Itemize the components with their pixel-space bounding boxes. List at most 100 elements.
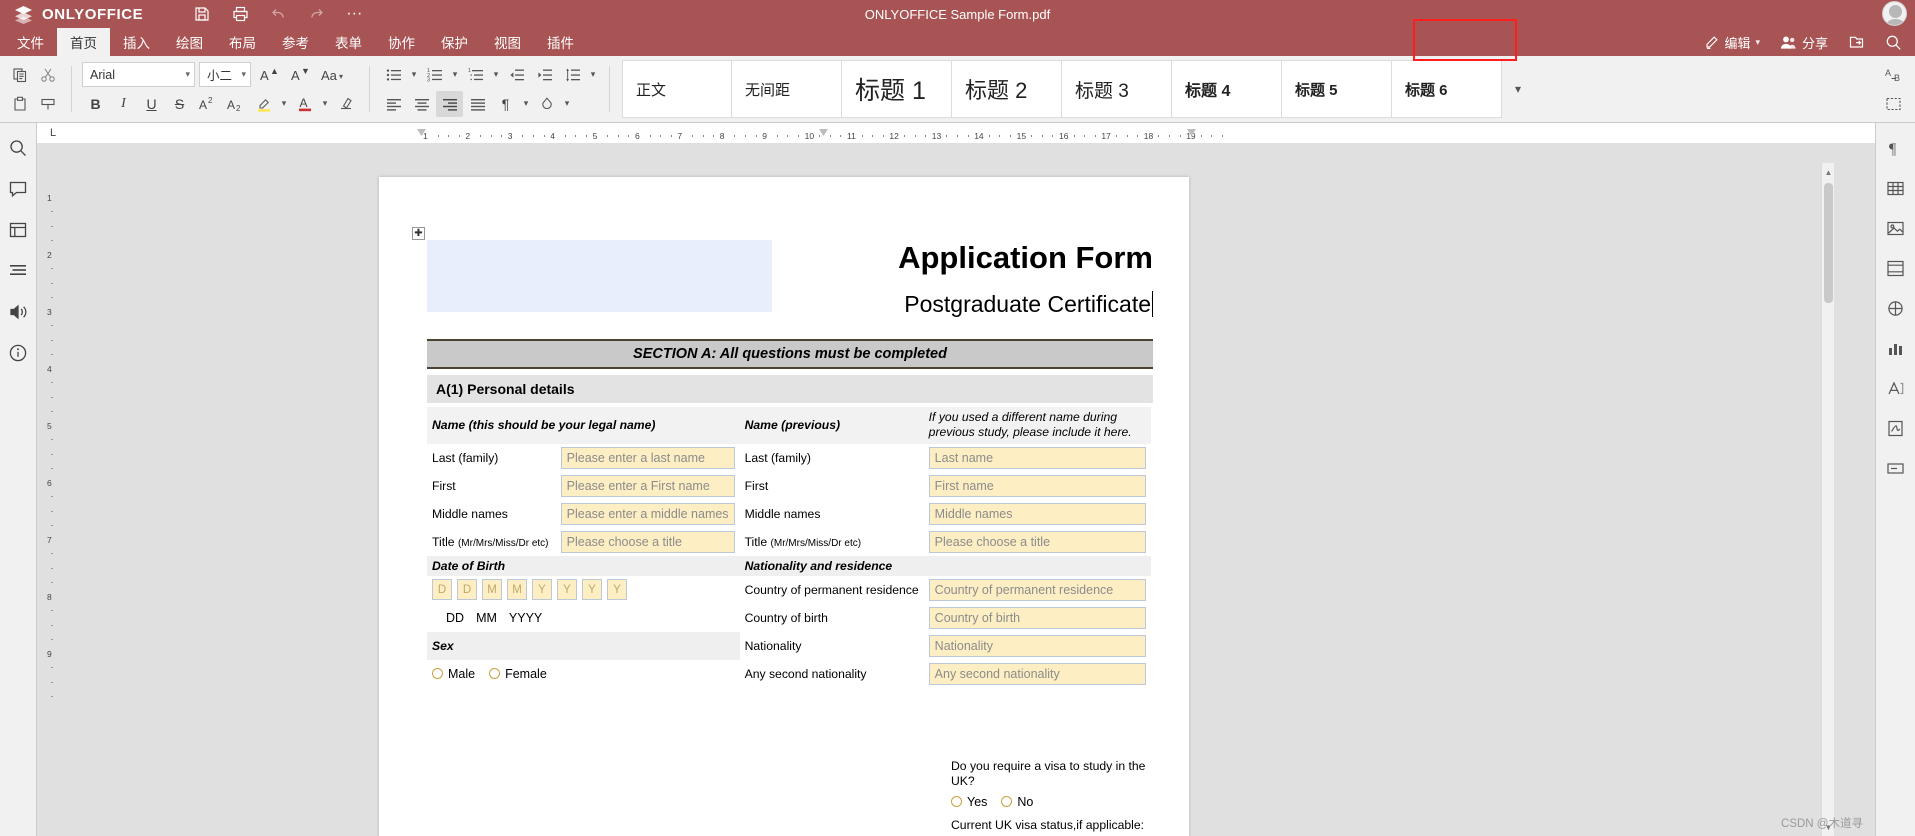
shading-color-icon[interactable]: [533, 91, 560, 117]
table-move-handle[interactable]: ✚: [412, 227, 425, 240]
dob-box[interactable]: Y: [557, 579, 577, 600]
visa-radio-group[interactable]: Yes No: [951, 795, 1153, 809]
dob-box[interactable]: D: [432, 579, 452, 600]
italic-button[interactable]: I: [110, 91, 137, 117]
ruler-margin-marker[interactable]: [819, 129, 828, 136]
first-name-field[interactable]: Please enter a First name: [560, 474, 735, 497]
font-color-icon[interactable]: A: [291, 91, 318, 117]
print-icon[interactable]: [225, 2, 255, 26]
tab-home[interactable]: 首页: [57, 28, 110, 56]
align-center-icon[interactable]: [408, 91, 435, 117]
tab-insert[interactable]: 插入: [110, 28, 163, 56]
copy-style-icon[interactable]: [34, 91, 61, 117]
scroll-up-icon[interactable]: ▲: [1822, 165, 1835, 179]
numbered-list-icon[interactable]: 123: [421, 62, 448, 88]
dob-boxes[interactable]: D D M M Y Y Y Y: [432, 579, 735, 600]
radio-icon[interactable]: [951, 796, 962, 807]
justify-icon[interactable]: [464, 91, 491, 117]
image-settings-icon[interactable]: [1883, 215, 1909, 241]
share-button[interactable]: 分享: [1771, 29, 1837, 55]
chevron-down-icon[interactable]: ▾: [449, 69, 461, 80]
change-case-icon[interactable]: Aa ▾: [317, 62, 351, 88]
bold-button[interactable]: B: [82, 91, 109, 117]
save-icon[interactable]: [187, 2, 217, 26]
tab-file[interactable]: 文件: [4, 28, 57, 56]
last-name-field[interactable]: Please enter a last name: [560, 446, 735, 469]
second-nationality-field[interactable]: Any second nationality: [928, 662, 1146, 685]
increase-indent-icon[interactable]: [531, 62, 558, 88]
style-no-spacing[interactable]: 无间距: [732, 60, 842, 118]
decrease-font-size-icon[interactable]: A ▼: [286, 62, 313, 88]
text-to-speech-icon[interactable]: [5, 299, 31, 325]
styles-expand-icon[interactable]: ▾: [1502, 60, 1534, 118]
middle-names-field[interactable]: Please enter a middle names: [560, 502, 735, 525]
subscript-button[interactable]: A2: [222, 91, 249, 117]
tab-layout[interactable]: 布局: [216, 28, 269, 56]
document-page[interactable]: ✚ Application Form Postgraduate Certific…: [379, 177, 1189, 836]
superscript-button[interactable]: A2: [194, 91, 221, 117]
style-heading-1[interactable]: 标题 1: [842, 60, 952, 118]
outline-panel-icon[interactable]: [5, 258, 31, 284]
select-all-icon[interactable]: [1880, 91, 1907, 117]
tab-protection[interactable]: 保护: [428, 28, 481, 56]
visa-option-yes[interactable]: Yes: [951, 795, 987, 809]
undo-icon[interactable]: [263, 2, 293, 26]
prev-first-name-field[interactable]: First name: [928, 474, 1146, 497]
copy-icon[interactable]: [6, 62, 33, 88]
page-scroll-area[interactable]: 1 2 3 4 5 6 7 8 9 ✚ Application Form Postgraduat…: [37, 143, 1875, 836]
tab-plugins[interactable]: 插件: [534, 28, 587, 56]
nationality-field[interactable]: Nationality: [928, 634, 1146, 657]
paragraph-settings-icon[interactable]: ¶: [1883, 135, 1909, 161]
style-heading-5[interactable]: 标题 5: [1282, 60, 1392, 118]
bullet-list-icon[interactable]: [380, 62, 407, 88]
chevron-down-icon[interactable]: ▾: [520, 98, 532, 109]
chevron-down-icon[interactable]: ▾: [561, 98, 573, 109]
scrollbar-thumb[interactable]: [1824, 183, 1833, 303]
tab-collaboration[interactable]: 协作: [375, 28, 428, 56]
dob-box[interactable]: Y: [532, 579, 552, 600]
birth-country-field[interactable]: Country of birth: [928, 606, 1146, 629]
style-heading-3[interactable]: 标题 3: [1062, 60, 1172, 118]
style-heading-4[interactable]: 标题 4: [1172, 60, 1282, 118]
style-normal[interactable]: 正文: [622, 60, 732, 118]
open-file-location-button[interactable]: [1839, 29, 1874, 55]
about-info-icon[interactable]: [5, 340, 31, 366]
vertical-scrollbar[interactable]: ▲ ▼: [1821, 163, 1834, 836]
form-settings-icon[interactable]: [1883, 455, 1909, 481]
chevron-down-icon[interactable]: ▾: [587, 69, 599, 80]
redo-icon[interactable]: [301, 2, 331, 26]
dob-box[interactable]: Y: [582, 579, 602, 600]
dob-box[interactable]: Y: [607, 579, 627, 600]
font-name-input[interactable]: Arial ▾: [82, 62, 195, 87]
prev-middle-names-field[interactable]: Middle names: [928, 502, 1146, 525]
comments-panel-icon[interactable]: [5, 176, 31, 202]
style-heading-6[interactable]: 标题 6: [1392, 60, 1502, 118]
header-footer-settings-icon[interactable]: [1883, 255, 1909, 281]
dob-box[interactable]: M: [482, 579, 502, 600]
increase-font-size-icon[interactable]: A ▲: [255, 62, 282, 88]
align-right-icon[interactable]: [436, 90, 463, 117]
radio-icon[interactable]: [1001, 796, 1013, 807]
clear-formatting-icon[interactable]: [332, 91, 359, 117]
chevron-down-icon[interactable]: ▾: [278, 98, 290, 109]
sex-option-female[interactable]: Female: [489, 667, 547, 681]
tab-references[interactable]: 参考: [269, 28, 322, 56]
cut-icon[interactable]: [34, 62, 61, 88]
align-left-icon[interactable]: [380, 91, 407, 117]
chevron-down-icon[interactable]: ▾: [490, 69, 502, 80]
table-settings-icon[interactable]: [1883, 175, 1909, 201]
prev-title-field[interactable]: Please choose a title: [928, 530, 1146, 553]
strikethrough-button[interactable]: S: [166, 91, 193, 117]
replace-text-icon[interactable]: AB: [1880, 62, 1907, 88]
tab-view[interactable]: 视图: [481, 28, 534, 56]
sex-option-male[interactable]: Male: [432, 667, 475, 681]
visa-option-no[interactable]: No: [1001, 795, 1033, 809]
chevron-down-icon[interactable]: ▾: [319, 98, 331, 109]
edit-mode-button[interactable]: 编辑 ▾: [1695, 29, 1769, 55]
residence-field[interactable]: Country of permanent residence: [928, 578, 1146, 601]
title-field[interactable]: Please choose a title: [560, 530, 735, 553]
paste-icon[interactable]: [6, 91, 33, 117]
decrease-indent-icon[interactable]: [503, 62, 530, 88]
radio-icon[interactable]: [432, 668, 443, 679]
font-size-input[interactable]: 小二 ▾: [199, 62, 251, 87]
